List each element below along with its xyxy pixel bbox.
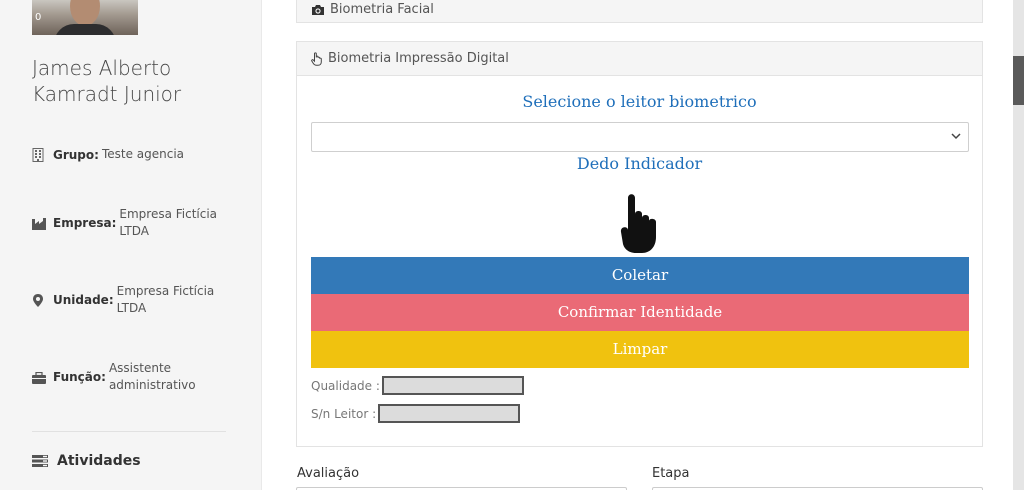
scrollbar-thumb[interactable] <box>1013 56 1024 105</box>
info-empresa: Empresa: Empresa Fictícia LTDA <box>32 206 252 240</box>
etapa-label: Etapa <box>652 466 690 481</box>
info-grupo: Grupo: Teste agencia <box>32 146 252 163</box>
user-name: James Alberto Kamradt Junior <box>32 56 182 106</box>
avaliacao-label: Avaliação <box>297 466 360 481</box>
confirmar-identidade-button[interactable]: Confirmar Identidade <box>311 294 969 331</box>
panel-biometria-digital: Biometria Impressão Digital Selecione o … <box>296 41 983 447</box>
coletar-button[interactable]: Coletar <box>311 257 969 294</box>
panel-facial-header[interactable]: Biometria Facial <box>297 0 982 22</box>
qualidade-field <box>381 376 524 395</box>
profile-sidebar: 0 James Alberto Kamradt Junior Grupo: Te… <box>0 0 262 490</box>
qualidade-label: Qualidade : <box>311 378 380 393</box>
reader-select[interactable] <box>311 122 969 152</box>
panel-digital-title: Biometria Impressão Digital <box>328 51 509 66</box>
grupo-value: Teste agencia <box>101 147 185 161</box>
scrollbar[interactable] <box>1013 0 1024 490</box>
sn-leitor-label: S/n Leitor : <box>311 406 377 421</box>
info-unidade: Unidade: Empresa Fictícia LTDA <box>32 283 252 317</box>
sn-leitor-field <box>378 404 521 423</box>
panel-digital-header[interactable]: Biometria Impressão Digital <box>297 42 982 76</box>
industry-icon <box>32 216 46 230</box>
grupo-label: Grupo: <box>53 147 99 162</box>
briefcase-icon <box>32 370 46 384</box>
panel-biometria-facial: Biometria Facial <box>296 0 983 23</box>
map-marker-icon <box>32 293 46 307</box>
unidade-label: Unidade: <box>53 293 114 307</box>
atividades-link[interactable]: Atividades <box>32 453 141 469</box>
qualidade-row: Qualidade : <box>311 376 524 395</box>
panel-facial-title: Biometria Facial <box>330 2 434 17</box>
finger-label: Dedo Indicador <box>576 154 703 173</box>
info-funcao: Função: Assistente administrativo <box>32 360 252 394</box>
atividades-label: Atividades <box>57 453 141 469</box>
funcao-value: Assistente administrativo <box>108 361 196 392</box>
unidade-value: Empresa Fictícia LTDA <box>116 284 215 315</box>
tasks-icon <box>32 455 48 467</box>
building-icon <box>32 147 46 162</box>
avatar: 0 <box>32 0 138 35</box>
avatar-badge: 0 <box>35 12 42 23</box>
empresa-label: Empresa: <box>53 216 117 230</box>
sidebar-divider <box>32 431 226 432</box>
hand-pointer-icon <box>311 51 323 66</box>
camera-icon <box>311 4 325 16</box>
chevron-down-icon <box>951 130 961 143</box>
empresa-value: Empresa Fictícia LTDA <box>119 207 218 238</box>
limpar-button[interactable]: Limpar <box>311 331 969 368</box>
select-reader-title: Selecione o leitor biometrico <box>522 92 757 111</box>
sn-leitor-row: S/n Leitor : <box>311 404 521 423</box>
funcao-label: Função: <box>53 370 106 384</box>
index-finger-icon <box>615 192 665 254</box>
